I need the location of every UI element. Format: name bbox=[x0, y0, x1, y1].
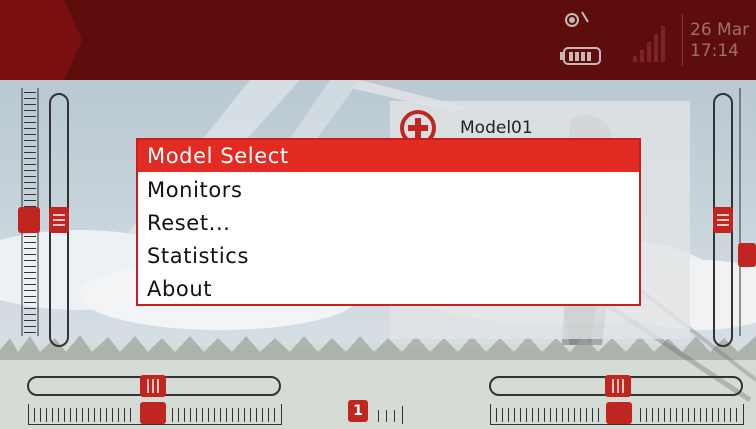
date-text: 26 Mar bbox=[690, 20, 750, 40]
header-divider bbox=[682, 14, 683, 66]
menu-item-reset[interactable]: Reset... bbox=[138, 207, 639, 239]
menu-item-monitors[interactable]: Monitors bbox=[138, 174, 639, 206]
top-bar: 26 Mar 17:14 bbox=[0, 0, 756, 80]
signal-bars-icon bbox=[633, 26, 665, 62]
menu-item-model-select[interactable]: Model Select bbox=[138, 140, 639, 172]
date-time: 26 Mar 17:14 bbox=[690, 20, 749, 62]
time-text: 17:14 bbox=[690, 41, 739, 61]
flight-mode-badge[interactable]: 1 bbox=[348, 400, 368, 422]
popup-menu: Model Select Monitors Reset... Statistic… bbox=[136, 138, 641, 306]
status-icons bbox=[558, 8, 608, 72]
battery-icon bbox=[560, 47, 601, 65]
model-name: Model01 bbox=[460, 118, 533, 138]
sound-icon bbox=[565, 11, 589, 27]
menu-item-about[interactable]: About bbox=[138, 273, 639, 305]
menu-tab-button[interactable] bbox=[0, 0, 82, 80]
menu-item-statistics[interactable]: Statistics bbox=[138, 240, 639, 272]
